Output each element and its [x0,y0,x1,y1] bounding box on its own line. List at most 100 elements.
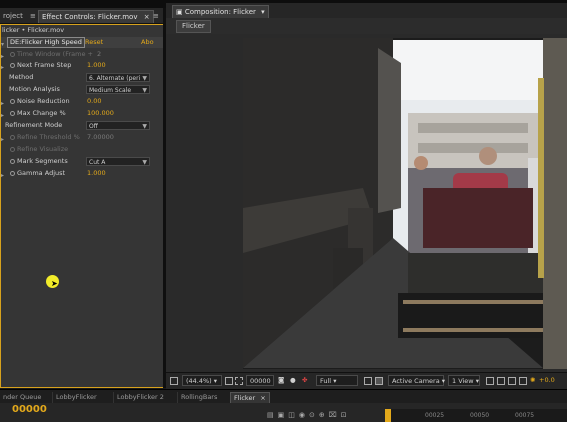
stopwatch-icon[interactable] [10,63,15,68]
param-value[interactable]: 0.00 [87,96,101,107]
param-mark-segments: Mark Segments Cut A ▼ [1,156,164,167]
fast-previews-icon[interactable] [497,377,505,385]
param-label: Noise Reduction [17,97,70,105]
chevron-down-icon: ▼ [142,75,147,82]
param-label: Time Window (Frame + [17,50,93,58]
tab-composition[interactable]: ▣ Composition: Flicker ▾ [172,5,269,18]
tab-rollingbars[interactable]: RollingBars [177,392,220,403]
param-refinement-mode: Refinement Mode Off ▼ [1,120,164,131]
param-label: Refine Visualize [17,145,69,153]
param-value[interactable]: 7.00000 [87,132,114,143]
composition-tabs: ▣ Composition: Flicker ▾ [166,3,567,18]
chevron-down-icon: ▼ [142,87,147,94]
exposure-icon[interactable]: ✺ [530,375,535,386]
flowchart-icon[interactable] [519,377,527,385]
close-icon[interactable]: × [260,394,265,402]
panel-options-icon[interactable]: ≡ [150,10,162,22]
camera-icon[interactable]: ◙ [278,375,284,386]
tab-lobbyflicker[interactable]: LobbyFlicker [52,392,100,403]
motion-analysis-dropdown[interactable]: Medium Scale ▼ [86,85,150,94]
camera-value: Active Camera [392,377,440,385]
current-time-indicator[interactable] [385,409,391,422]
tab-render-queue[interactable]: nder Queue [0,392,44,403]
stopwatch-icon[interactable] [10,135,15,140]
param-label: Max Change % [17,109,66,117]
dropdown-value: Off [89,123,98,130]
close-icon[interactable]: × [144,13,150,21]
channel-icon[interactable]: ● [290,375,296,386]
view-layout-dropdown[interactable]: 1 View ▾ [448,375,480,386]
reset-link[interactable]: Reset [85,37,103,48]
method-dropdown[interactable]: 6. Alternate (peri ▼ [86,73,150,82]
stopwatch-icon[interactable] [10,111,15,116]
stopwatch-icon[interactable] [10,99,15,104]
composition-icon: ▣ [176,8,183,16]
effect-controls-panel: licker • Flicker.mov ▾ DE:Flicker High S… [0,24,165,388]
param-value[interactable]: 2 [97,49,101,60]
tab-lobbyflicker-2[interactable]: LobbyFlicker 2 [113,392,167,403]
resolution-value: Full [320,377,332,385]
region-of-interest-icon[interactable] [364,377,372,385]
dropdown-value: 6. Alternate (peri [89,75,141,82]
breadcrumb-text: licker • Flicker.mov [2,26,65,34]
param-label: Method [9,73,34,81]
mark-segments-dropdown[interactable]: Cut A ▼ [86,157,150,166]
param-label: Refine Threshold % [17,133,80,141]
color-channel-icon[interactable]: ✤ [302,375,307,386]
resolution-dropdown[interactable]: Full ▾ [316,375,358,386]
chevron-down-icon[interactable]: ▾ [261,8,265,16]
stopwatch-icon[interactable] [10,171,15,176]
panel-menu-icon[interactable]: ≡ [30,10,36,22]
param-time-window: ▸ Time Window (Frame + 2 [1,49,164,60]
breadcrumb: licker • Flicker.mov [1,25,164,36]
always-preview-icon[interactable] [170,377,178,385]
timeline-current-time[interactable]: 00000 [12,404,47,415]
grid-icon[interactable] [225,377,233,385]
timeline-icon[interactable] [508,377,516,385]
tab-project[interactable]: roject [0,10,26,22]
param-label: Next Frame Step [17,61,72,69]
transparency-grid-icon[interactable] [375,377,383,385]
time-ruler[interactable]: 00025 00050 00075 [385,409,567,422]
tab-effect-controls[interactable]: Effect Controls: Flicker.mov × [38,10,154,23]
footage-frame[interactable] [243,38,567,369]
about-link[interactable]: Abo [141,37,154,48]
refinement-mode-dropdown[interactable]: Off ▼ [86,121,150,130]
effect-header: ▾ DE:Flicker High Speed Reset Abo [1,37,164,48]
chevron-down-icon: ▼ [142,123,147,130]
stopwatch-icon[interactable] [10,52,15,57]
param-label: Refinement Mode [5,121,63,129]
param-max-change: ▸ Max Change % 100.000 [1,108,164,119]
tab-composition-label: Composition: Flicker [184,8,256,16]
magnification-dropdown[interactable]: (44.4%) ▾ [182,375,222,386]
param-refine-visualize: Refine Visualize [1,144,164,155]
left-panel-tabs: roject ≡ Effect Controls: Flicker.mov × … [0,8,165,24]
tab-effect-controls-label: Effect Controls: Flicker.mov [42,13,138,21]
chevron-down-icon: ▼ [142,159,147,166]
param-label: Mark Segments [17,157,68,165]
timeline-tabs: nder Queue LobbyFlicker LobbyFlicker 2 R… [0,389,567,405]
camera-view-dropdown[interactable]: Active Camera ▾ [388,375,445,386]
param-value[interactable]: 1.000 [87,168,106,179]
current-time-display[interactable]: 00000 [246,375,274,386]
param-refine-threshold: ▸ Refine Threshold % 7.00000 [1,132,164,143]
view-value: 1 View [452,377,474,385]
param-value[interactable]: 100.000 [87,108,114,119]
composition-breadcrumb[interactable]: Flicker [176,20,211,33]
dropdown-value: Cut A [89,159,106,166]
stopwatch-icon[interactable] [10,159,15,164]
toggle-pixel-aspect-icon[interactable] [486,377,494,385]
ruler-tick-label: 00050 [470,412,490,419]
expand-triangle-icon[interactable]: ▸ [1,170,4,181]
exposure-value[interactable]: +0.0 [539,375,555,386]
param-value[interactable]: 1.000 [87,60,106,71]
param-motion-analysis: Motion Analysis Medium Scale ▼ [1,84,164,95]
timeline-switch-icons[interactable]: ▤▣◫◉⊙⊕⌧⊡ [267,411,351,419]
stopwatch-icon[interactable] [10,147,15,152]
tab-flicker-label: Flicker [234,394,256,402]
param-label: Gamma Adjust [17,169,66,177]
effect-name[interactable]: DE:Flicker High Speed [7,37,85,48]
ruler-tick-label: 00025 [425,412,445,419]
mask-icon[interactable] [235,377,243,385]
param-label: Motion Analysis [9,85,60,93]
